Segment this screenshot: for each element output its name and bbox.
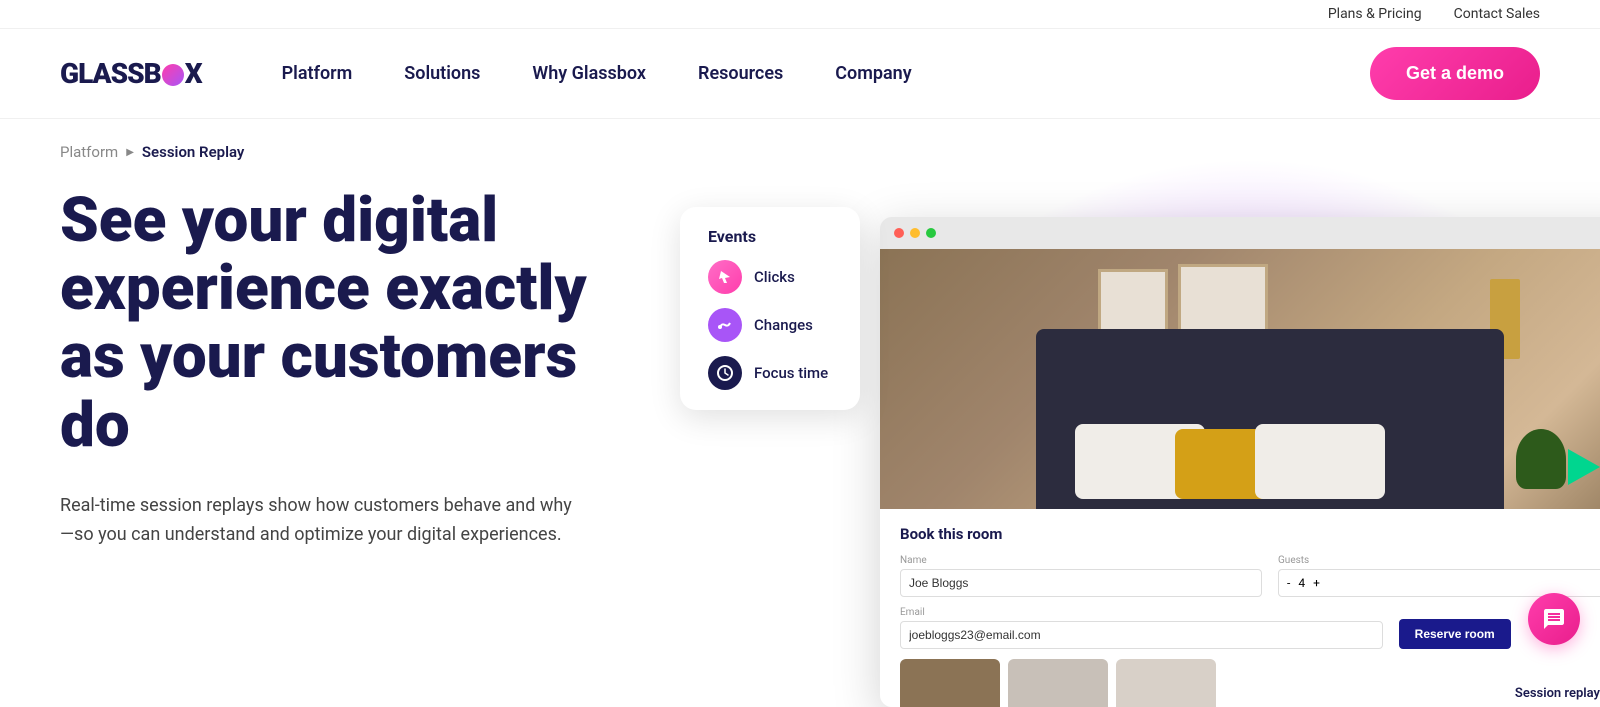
nav-platform[interactable]: Platform <box>282 63 353 84</box>
name-field-group: Name <box>900 555 1262 597</box>
event-changes: Changes <box>708 308 832 342</box>
name-input[interactable] <box>900 569 1262 597</box>
events-card: Events Clicks Changes <box>680 207 860 410</box>
form-row-email: Email Reserve room <box>900 607 1600 649</box>
plans-pricing-link[interactable]: Plans & Pricing <box>1328 6 1422 22</box>
guests-label: Guests <box>1278 555 1600 566</box>
navbar: GLASSBX Platform Solutions Why Glassbox … <box>0 29 1600 119</box>
event-focus: Focus time <box>708 356 832 390</box>
chat-bubble-button[interactable] <box>1528 593 1580 645</box>
get-demo-button[interactable]: Get a demo <box>1370 47 1540 100</box>
wall-frame-2 <box>1178 264 1268 334</box>
top-bar: Plans & Pricing Contact Sales <box>0 0 1600 29</box>
logo[interactable]: GLASSBX <box>60 57 202 90</box>
guests-minus[interactable]: - <box>1287 576 1290 590</box>
nav-company[interactable]: Company <box>835 63 911 84</box>
guests-field-group: Guests - 4 + <box>1278 555 1600 597</box>
focus-label: Focus time <box>754 364 828 382</box>
browser-mockup: Book this room Name Guests - 4 + <box>880 217 1600 707</box>
clicks-label: Clicks <box>754 268 795 286</box>
reserve-button[interactable]: Reserve room <box>1399 619 1511 649</box>
browser-toolbar <box>880 217 1600 249</box>
clicks-icon <box>708 260 742 294</box>
nav-why-glassbox[interactable]: Why Glassbox <box>532 63 646 84</box>
nav-resources[interactable]: Resources <box>698 63 783 84</box>
breadcrumb-current: Session Replay <box>142 143 244 161</box>
focus-icon <box>708 356 742 390</box>
thumbnail-1 <box>900 659 1000 707</box>
form-row-top: Name Guests - 4 + <box>900 555 1600 597</box>
browser-maximize-dot <box>926 228 936 238</box>
room-plant <box>1516 429 1566 489</box>
breadcrumb-arrow-icon: ▶ <box>126 147 134 158</box>
email-input[interactable] <box>900 621 1383 649</box>
contact-sales-link[interactable]: Contact Sales <box>1454 6 1540 22</box>
hero-section: See your digital experience exactly as y… <box>0 177 1600 697</box>
changes-icon <box>708 308 742 342</box>
nav-links: Platform Solutions Why Glassbox Resource… <box>282 63 1370 84</box>
logo-o-icon <box>162 64 184 86</box>
booking-form: Book this room Name Guests - 4 + <box>880 509 1600 707</box>
booking-title: Book this room <box>900 525 1600 543</box>
room-thumbnails <box>900 659 1600 707</box>
name-label: Name <box>900 555 1262 566</box>
browser-minimize-dot <box>910 228 920 238</box>
breadcrumb: Platform ▶ Session Replay <box>0 119 1600 177</box>
events-card-title: Events <box>708 227 832 246</box>
hero-description: Real-time session replays show how custo… <box>60 492 580 550</box>
guests-plus[interactable]: + <box>1313 576 1320 590</box>
breadcrumb-platform-link[interactable]: Platform <box>60 143 118 161</box>
browser-close-dot <box>894 228 904 238</box>
pillow-right <box>1255 424 1385 499</box>
thumbnail-3 <box>1116 659 1216 707</box>
changes-label: Changes <box>754 316 813 334</box>
logo-text: GLASSBX <box>60 57 202 90</box>
guests-value: 4 <box>1298 576 1305 590</box>
room-photo <box>880 249 1600 509</box>
email-label: Email <box>900 607 1383 618</box>
session-replay-label: Session replay <box>1515 686 1600 701</box>
play-arrow-icon <box>1568 449 1600 485</box>
hero-title: See your digital experience exactly as y… <box>60 187 660 460</box>
event-clicks: Clicks <box>708 260 832 294</box>
nav-solutions[interactable]: Solutions <box>404 63 480 84</box>
thumbnail-2 <box>1008 659 1108 707</box>
hero-content: See your digital experience exactly as y… <box>60 177 660 549</box>
email-field-group: Email <box>900 607 1383 649</box>
hero-visual: Events Clicks Changes <box>660 177 1540 677</box>
